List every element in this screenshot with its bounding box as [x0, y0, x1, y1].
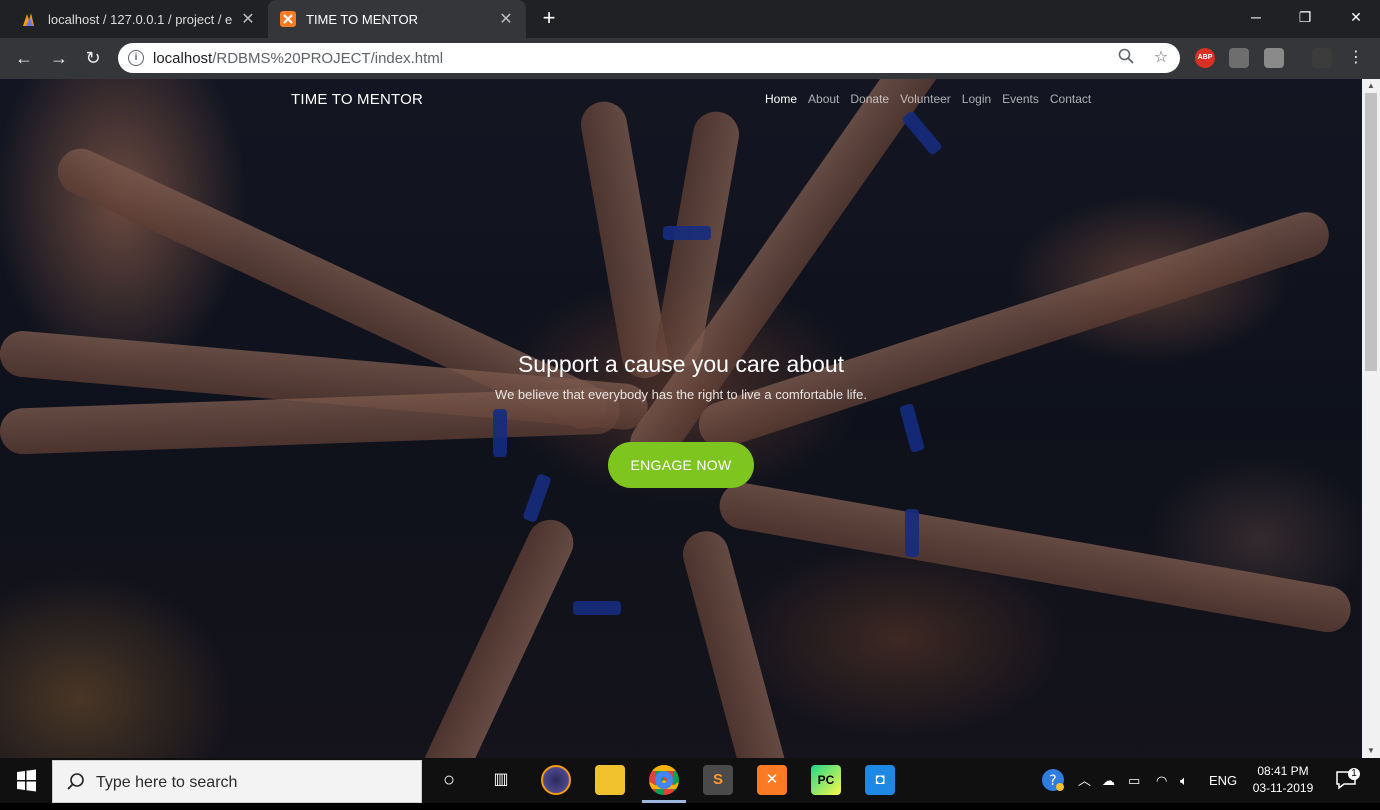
zoom-icon[interactable]: [1116, 48, 1136, 68]
scroll-down-icon[interactable]: ▼: [1362, 744, 1380, 758]
app-icon[interactable]: ◘: [865, 765, 895, 795]
clock-date: 03-11-2019: [1252, 781, 1314, 795]
scroll-up-icon[interactable]: ▲: [1362, 79, 1380, 93]
search-placeholder: Type here to search: [96, 774, 238, 791]
svg-text:?: ?: [1049, 773, 1056, 789]
wifi-icon[interactable]: ◠: [1156, 758, 1167, 803]
profile-avatar-icon[interactable]: [1312, 48, 1332, 68]
help-icon[interactable]: ?: [1041, 758, 1067, 803]
battery-icon[interactable]: ▭: [1128, 758, 1140, 803]
hero-subtitle: We believe that everybody has the right …: [495, 387, 867, 402]
nav-donate[interactable]: Donate: [850, 92, 889, 106]
windows-taskbar: Type here to search ○ ▥ S ✕ PC ◘ ? ︿ ☁ ▭…: [0, 758, 1380, 803]
xampp-icon: [280, 11, 296, 27]
onedrive-icon[interactable]: ☁: [1102, 758, 1115, 803]
show-hidden-icons-icon[interactable]: ︿: [1078, 758, 1091, 803]
clock[interactable]: 08:41 PM 03-11-2019: [1246, 763, 1320, 797]
address-bar[interactable]: i localhost/RDBMS%20PROJECT/index.html ☆: [118, 43, 1180, 73]
hero-title: Support a cause you care about: [517, 351, 845, 377]
tab-title: localhost / 127.0.0.1 / project / e: [48, 11, 233, 27]
page-scrollbar[interactable]: ▲ ▼: [1362, 79, 1380, 758]
shield-extension-icon[interactable]: [1264, 48, 1284, 68]
file-explorer-icon[interactable]: [595, 765, 625, 795]
sublime-text-icon[interactable]: S: [703, 765, 733, 795]
hero-section: TIME TO MENTOR Home About Donate Volunte…: [0, 79, 1362, 758]
extension-icon[interactable]: [1229, 48, 1249, 68]
site-brand[interactable]: TIME TO MENTOR: [291, 91, 423, 108]
tab-phpmyadmin[interactable]: localhost / 127.0.0.1 / project / e ✕: [10, 0, 268, 38]
taskbar-search-box[interactable]: Type here to search: [52, 760, 422, 803]
start-button[interactable]: [0, 758, 52, 803]
notification-count-badge: 1: [1348, 768, 1360, 780]
volume-icon[interactable]: 🔈︎: [1180, 758, 1188, 803]
search-icon: [67, 773, 84, 790]
xampp-taskbar-icon[interactable]: ✕: [757, 765, 787, 795]
pycharm-icon[interactable]: PC: [811, 765, 841, 795]
nav-login[interactable]: Login: [962, 92, 991, 106]
new-tab-button[interactable]: +: [538, 6, 560, 30]
cortana-icon[interactable]: ○: [434, 765, 464, 795]
url-text[interactable]: localhost/RDBMS%20PROJECT/index.html: [153, 50, 443, 67]
scrollbar-thumb[interactable]: [1365, 93, 1377, 371]
tab-time-to-mentor[interactable]: TIME TO MENTOR ✕: [268, 0, 526, 38]
tab-title: TIME TO MENTOR: [306, 11, 418, 27]
task-view-icon[interactable]: ▥: [486, 765, 516, 795]
forward-arrow-icon[interactable]: →: [47, 46, 71, 70]
close-tab-icon[interactable]: ✕: [498, 9, 514, 29]
site-info-icon[interactable]: i: [128, 50, 144, 66]
windows-logo-icon: [17, 769, 36, 792]
engage-now-button[interactable]: ENGAGE NOW: [608, 442, 754, 488]
nav-home[interactable]: Home: [765, 92, 797, 106]
chrome-icon[interactable]: [649, 765, 679, 795]
clock-time: 08:41 PM: [1257, 764, 1309, 778]
adblock-extension-icon[interactable]: ABP: [1195, 48, 1215, 68]
nav-events[interactable]: Events: [1002, 92, 1039, 106]
menu-dots-icon[interactable]: ⋮: [1344, 46, 1368, 70]
back-arrow-icon[interactable]: ←: [12, 46, 36, 70]
tab-strip: localhost / 127.0.0.1 / project / e ✕ TI…: [0, 0, 1380, 38]
reload-icon[interactable]: ↻: [81, 46, 105, 70]
nav-contact[interactable]: Contact: [1050, 92, 1091, 106]
restore-button[interactable]: ❐: [1285, 4, 1325, 30]
minimize-button[interactable]: ─: [1236, 4, 1276, 30]
nav-volunteer[interactable]: Volunteer: [900, 92, 951, 106]
main-nav: Home About Donate Volunteer Login Events…: [765, 92, 1091, 106]
close-window-button[interactable]: ✕: [1336, 4, 1376, 30]
eclipse-icon[interactable]: [541, 765, 571, 795]
notifications-icon[interactable]: 1: [1334, 758, 1364, 803]
language-indicator[interactable]: ENG: [1209, 758, 1237, 803]
phpmyadmin-icon: [23, 13, 34, 26]
bookmark-star-icon[interactable]: ☆: [1151, 48, 1171, 68]
close-tab-icon[interactable]: ✕: [240, 9, 256, 29]
nav-about[interactable]: About: [808, 92, 839, 106]
